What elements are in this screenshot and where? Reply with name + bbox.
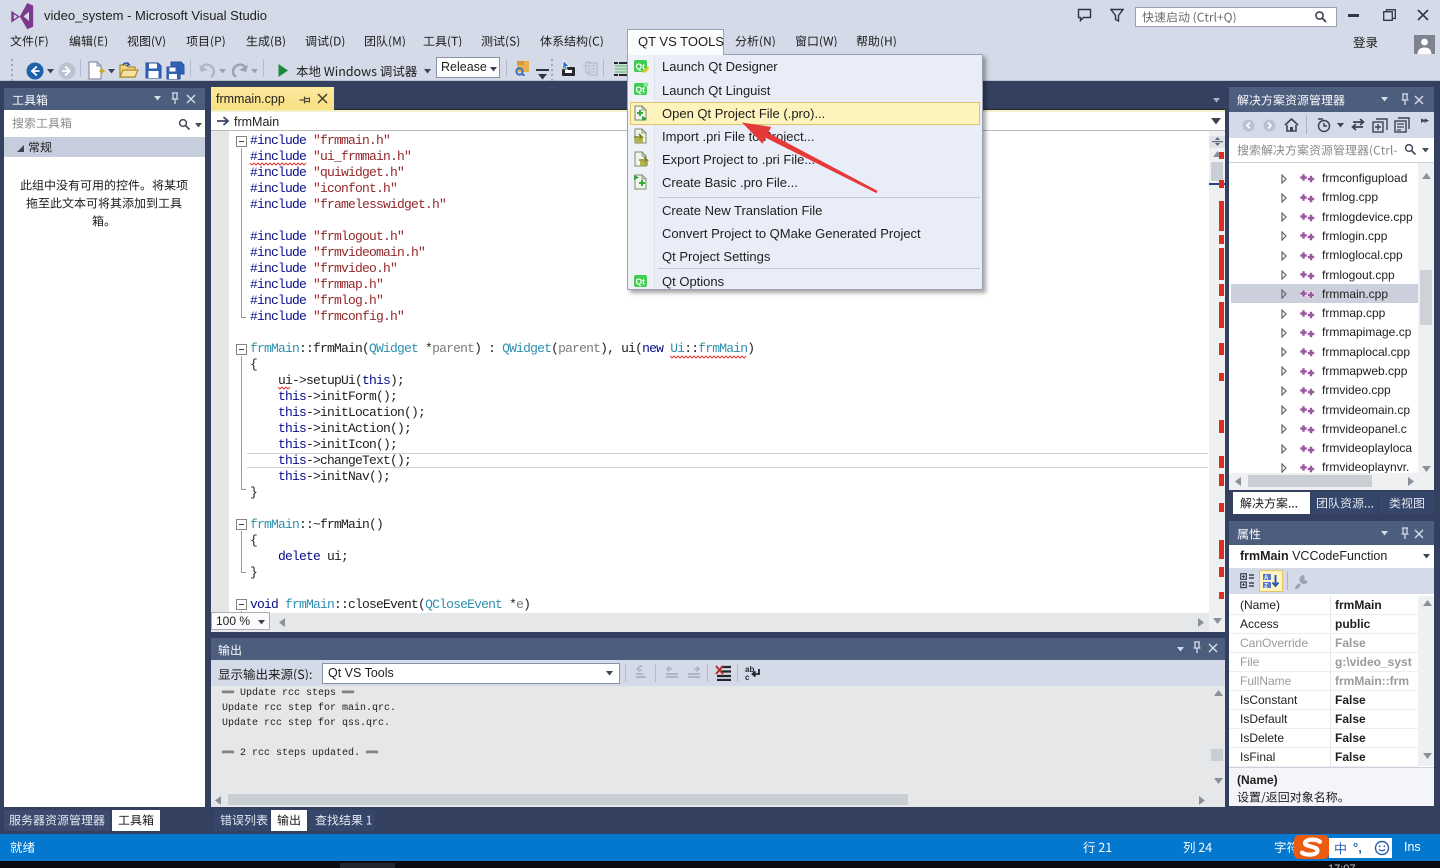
svg-text:Qt: Qt [636, 85, 646, 95]
svg-text:c: c [745, 673, 750, 681]
svg-text:A: A [1264, 576, 1269, 582]
svg-text:Qt: Qt [636, 62, 646, 72]
svg-text:Z: Z [1264, 584, 1268, 590]
svg-text:Qt: Qt [636, 276, 646, 286]
